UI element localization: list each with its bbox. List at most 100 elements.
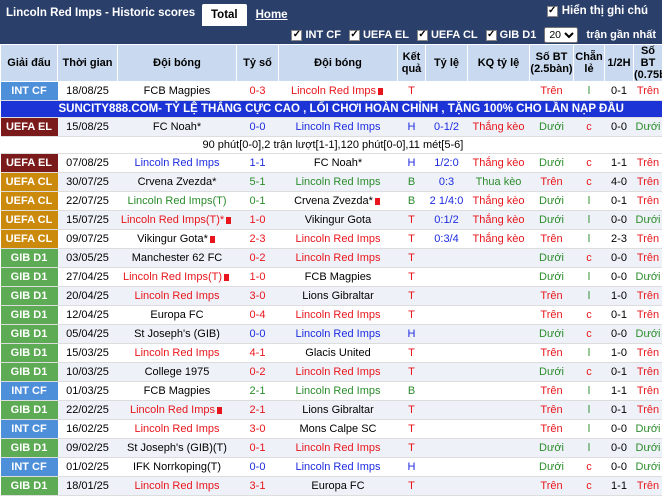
ad-banner-row[interactable]: SUNCITY888.COM- TỶ LỆ THẮNG CỰC CAO , LỐ… <box>1 101 662 118</box>
filter-uefa-cl[interactable]: ✓UEFA CL <box>417 29 478 41</box>
home-team[interactable]: Lincoln Red Imps(T) <box>118 192 237 211</box>
col-result[interactable]: Kết quả <box>398 45 426 82</box>
table-row[interactable]: UEFA CL09/07/25Vikingur Gota*2-3Lincoln … <box>1 230 662 249</box>
col-odds[interactable]: Tỷ lệ <box>426 45 468 82</box>
table-row[interactable]: GIB D110/03/25College 19750-2Lincoln Red… <box>1 363 662 382</box>
tab-total[interactable]: Total <box>202 4 247 26</box>
table-row[interactable]: INT CF01/03/25FCB Magpies2-1Lincoln Red … <box>1 382 662 401</box>
match-score[interactable]: 0-2 <box>237 249 279 268</box>
home-team[interactable]: Lincoln Red Imps <box>118 420 237 439</box>
away-team[interactable]: Lincoln Red Imps <box>279 230 398 249</box>
show-notes-toggle[interactable]: ✓ Hiển thị ghi chú <box>547 5 648 17</box>
col-away-team[interactable]: Đội bóng <box>279 45 398 82</box>
table-row[interactable]: GIB D118/01/25Lincoln Red Imps3-1Europa … <box>1 477 662 496</box>
league-badge[interactable]: UEFA EL <box>1 154 58 173</box>
home-team[interactable]: Vikingur Gota* <box>118 230 237 249</box>
home-team[interactable]: Europa FC <box>118 306 237 325</box>
match-score[interactable]: 0-0 <box>237 325 279 344</box>
match-score[interactable]: 4-1 <box>237 344 279 363</box>
away-team[interactable]: Lincoln Red Imps <box>279 249 398 268</box>
league-badge[interactable]: UEFA EL <box>1 118 58 137</box>
col-odds-result[interactable]: KQ tỷ lệ <box>468 45 530 82</box>
away-team[interactable]: Lincoln Red Imps <box>279 363 398 382</box>
recent-count-select[interactable]: 20 <box>544 27 578 43</box>
away-team[interactable]: Lincoln Red Imps <box>279 118 398 137</box>
away-team[interactable]: FCB Magpies <box>279 268 398 287</box>
table-row[interactable]: INT CF01/02/25IFK Norrkoping(T)0-0Lincol… <box>1 458 662 477</box>
match-score[interactable]: 1-1 <box>237 154 279 173</box>
away-team[interactable]: Lincoln Red Imps <box>279 439 398 458</box>
filter-gib-d1[interactable]: ✓GIB D1 <box>486 29 537 41</box>
away-team[interactable]: Mons Calpe SC <box>279 420 398 439</box>
league-badge[interactable]: GIB D1 <box>1 249 58 268</box>
match-score[interactable]: 1-0 <box>237 211 279 230</box>
match-score[interactable]: 2-3 <box>237 230 279 249</box>
away-team[interactable]: Lincoln Red Imps <box>279 458 398 477</box>
table-row[interactable]: GIB D109/02/25St Joseph's (GIB)(T)0-1Lin… <box>1 439 662 458</box>
away-team[interactable]: Lincoln Red Imps <box>279 306 398 325</box>
home-team[interactable]: Lincoln Red Imps <box>118 477 237 496</box>
league-badge[interactable]: GIB D1 <box>1 477 58 496</box>
table-row[interactable]: GIB D105/04/25St Joseph's (GIB)0-0Lincol… <box>1 325 662 344</box>
home-team[interactable]: Lincoln Red Imps <box>118 287 237 306</box>
table-row[interactable]: UEFA CL15/07/25Lincoln Red Imps(T)*1-0Vi… <box>1 211 662 230</box>
away-team[interactable]: Lions Gibraltar <box>279 287 398 306</box>
home-team[interactable]: Crvena Zvezda* <box>118 173 237 192</box>
away-team[interactable]: Vikingur Gota <box>279 211 398 230</box>
table-row[interactable]: INT CF16/02/25Lincoln Red Imps3-0Mons Ca… <box>1 420 662 439</box>
away-team[interactable]: Lincoln Red Imps <box>279 325 398 344</box>
col-goals-0-75[interactable]: Số BT (0.75bàn) <box>634 45 662 82</box>
away-team[interactable]: Glacis United <box>279 344 398 363</box>
league-badge[interactable]: GIB D1 <box>1 306 58 325</box>
home-team[interactable]: Lincoln Red Imps(T)* <box>118 211 237 230</box>
league-badge[interactable]: INT CF <box>1 382 58 401</box>
match-score[interactable]: 2-1 <box>237 401 279 420</box>
table-row[interactable]: GIB D103/05/25Manchester 62 FC0-2Lincoln… <box>1 249 662 268</box>
away-team[interactable]: Lions Gibraltar <box>279 401 398 420</box>
col-score[interactable]: Tỷ số <box>237 45 279 82</box>
checkbox-checked-icon[interactable]: ✓ <box>291 30 302 41</box>
away-team[interactable]: Europa FC <box>279 477 398 496</box>
league-badge[interactable]: UEFA CL <box>1 211 58 230</box>
league-badge[interactable]: GIB D1 <box>1 439 58 458</box>
match-score[interactable]: 0-4 <box>237 306 279 325</box>
table-row[interactable]: INT CF18/08/25FCB Magpies0-3Lincoln Red … <box>1 82 662 101</box>
checkbox-checked-icon[interactable]: ✓ <box>417 30 428 41</box>
away-team[interactable]: Crvena Zvezda* <box>279 192 398 211</box>
table-row[interactable]: GIB D127/04/25Lincoln Red Imps(T)1-0FCB … <box>1 268 662 287</box>
col-goals-2-5[interactable]: Số BT (2.5bàn) <box>530 45 574 82</box>
league-badge[interactable]: INT CF <box>1 458 58 477</box>
home-team[interactable]: FC Noah* <box>118 118 237 137</box>
col-odd-even[interactable]: Chẵn lẻ <box>574 45 605 82</box>
table-row[interactable]: UEFA CL22/07/25Lincoln Red Imps(T)0-1Crv… <box>1 192 662 211</box>
match-score[interactable]: 0-1 <box>237 192 279 211</box>
league-badge[interactable]: GIB D1 <box>1 401 58 420</box>
match-score[interactable]: 0-3 <box>237 82 279 101</box>
ad-banner[interactable]: SUNCITY888.COM- TỶ LỆ THẮNG CỰC CAO , LỐ… <box>1 101 662 118</box>
home-team[interactable]: Lincoln Red Imps(T) <box>118 268 237 287</box>
match-score[interactable]: 3-0 <box>237 287 279 306</box>
filter-int-cf[interactable]: ✓INT CF <box>291 29 340 41</box>
match-score[interactable]: 0-0 <box>237 118 279 137</box>
league-badge[interactable]: UEFA CL <box>1 173 58 192</box>
col-league[interactable]: Giải đấu <box>1 45 58 82</box>
filter-uefa-el[interactable]: ✓UEFA EL <box>349 29 409 41</box>
table-row[interactable]: UEFA CL30/07/25Crvena Zvezda*5-1Lincoln … <box>1 173 662 192</box>
home-team[interactable]: Manchester 62 FC <box>118 249 237 268</box>
away-team[interactable]: Lincoln Red Imps <box>279 82 398 101</box>
match-score[interactable]: 0-1 <box>237 439 279 458</box>
match-score[interactable]: 0-0 <box>237 458 279 477</box>
match-score[interactable]: 2-1 <box>237 382 279 401</box>
league-badge[interactable]: INT CF <box>1 82 58 101</box>
home-team[interactable]: St Joseph's (GIB)(T) <box>118 439 237 458</box>
home-team[interactable]: Lincoln Red Imps <box>118 401 237 420</box>
table-row[interactable]: GIB D112/04/25Europa FC0-4Lincoln Red Im… <box>1 306 662 325</box>
league-badge[interactable]: GIB D1 <box>1 268 58 287</box>
match-score[interactable]: 0-2 <box>237 363 279 382</box>
table-row[interactable]: UEFA EL07/08/25Lincoln Red Imps1-1FC Noa… <box>1 154 662 173</box>
home-team[interactable]: IFK Norrkoping(T) <box>118 458 237 477</box>
match-score[interactable]: 1-0 <box>237 268 279 287</box>
match-score[interactable]: 5-1 <box>237 173 279 192</box>
league-badge[interactable]: GIB D1 <box>1 287 58 306</box>
table-row[interactable]: GIB D115/03/25Lincoln Red Imps4-1Glacis … <box>1 344 662 363</box>
